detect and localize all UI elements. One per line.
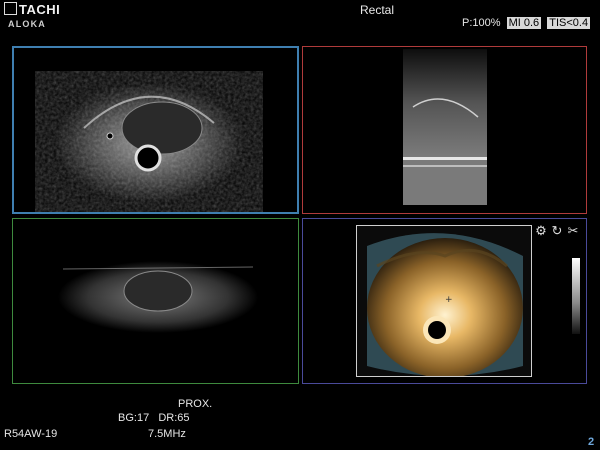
sagittal-view-panel[interactable] [302,46,587,214]
coronal-view-image [58,261,258,333]
axial-view-image [54,83,244,203]
brand-logo-top: TACHI [4,2,60,16]
power-value: P:100% [462,17,501,29]
mode-title: Rectal [360,3,395,17]
power-readout: P:100% MI 0.6 TIS<0.4 [462,17,591,29]
frequency-readout: 7.5MHz [148,428,186,440]
gain-dr-readout: BG:17 DR:65 [118,412,190,424]
svg-text:+: + [445,295,453,305]
coronal-view-panel[interactable] [12,218,299,384]
rotate-icon[interactable]: ↻ [550,224,564,238]
probe-model: R54AW-19 [4,428,58,440]
brand-logo-bottom: ALOKA [8,19,46,29]
grayscale-bar [572,258,580,334]
probe-position: PROX. [178,398,213,410]
3d-render-svg: + [357,226,531,376]
mi-badge: MI 0.6 [506,17,542,29]
tis-badge: TIS<0.4 [547,17,591,29]
logo-icon [4,2,17,15]
axial-view-panel[interactable] [12,46,299,214]
sagittal-view-image [403,49,487,205]
volume-render-image[interactable]: + [356,225,532,377]
brand-name-top: TACHI [19,2,61,17]
page-number: 2 [588,436,595,448]
cut-icon[interactable]: ✂ [566,224,580,238]
gear-icon[interactable]: ⚙ [534,224,548,238]
